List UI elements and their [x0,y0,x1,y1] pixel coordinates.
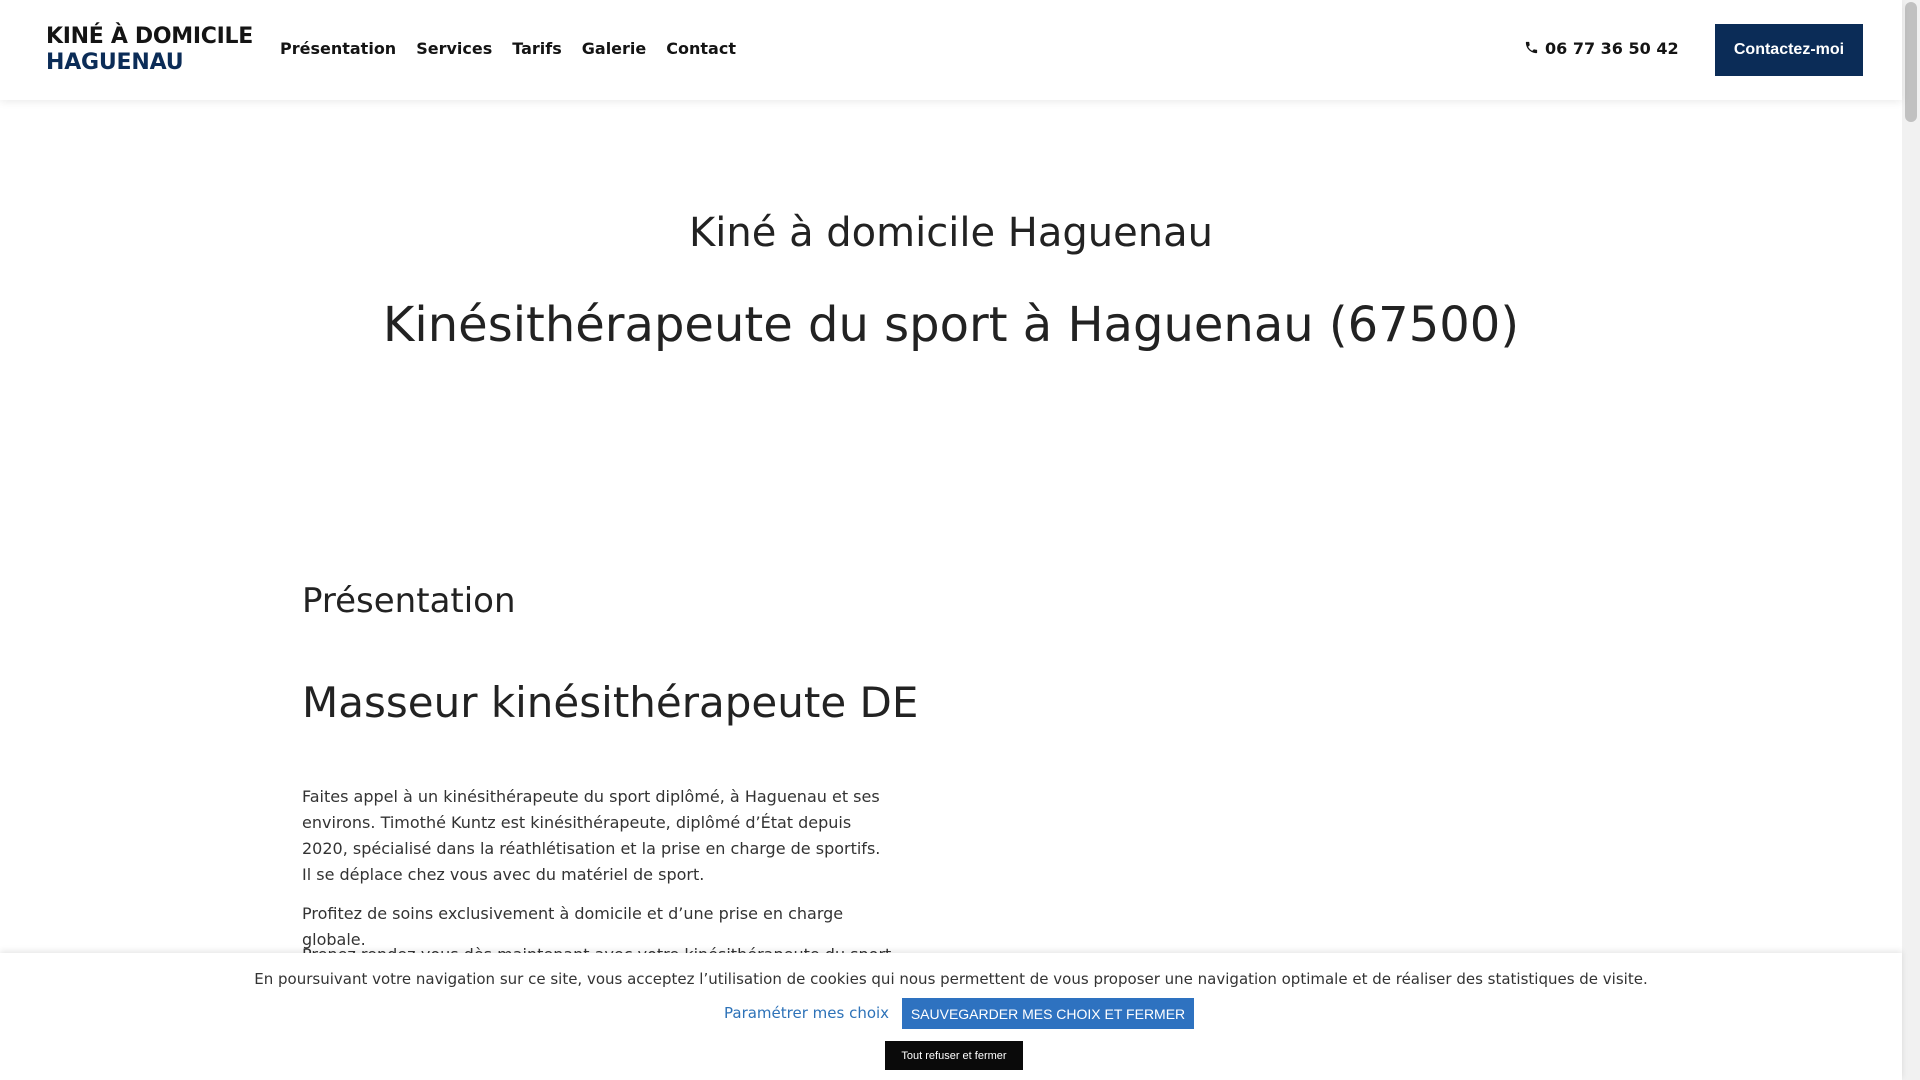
contact-button[interactable]: Contactez-moi [1715,24,1863,76]
cookie-message: En poursuivant votre navigation sur ce s… [254,970,1648,988]
section-title: Présentation [302,581,516,621]
presentation-paragraph-1: Faites appel à un kinésithérapeute du sp… [302,787,881,884]
phone-number: 06 77 36 50 42 [1545,39,1679,58]
page-scrollbar[interactable] [1902,0,1920,1080]
main-nav: Présentation Services Tarifs Galerie Con… [280,38,736,60]
nav-item-galerie[interactable]: Galerie [582,38,647,60]
logo-line2: HAGUENAU [46,50,184,75]
logo-line1: KINÉ À DOMICILE [46,24,253,49]
nav-item-tarifs[interactable]: Tarifs [512,38,562,60]
phone-link[interactable]: 06 77 36 50 42 [1524,38,1679,60]
cookie-refuse-button[interactable]: Tout refuser et fermer [885,1041,1023,1070]
section-heading: Masseur kinésithérapeute DE [302,678,919,727]
cookie-save-button[interactable]: SAUVEGARDER MES CHOIX ET FERMER [902,998,1194,1029]
hero-subtitle: Kinésithérapeute du sport à Haguenau (67… [382,297,1520,353]
scrollbar-thumb[interactable] [1905,2,1917,122]
hero-title: Kiné à domicile Haguenau [689,210,1213,256]
site-header: KINÉ À DOMICILE HAGUENAU Présentation Se… [0,0,1902,100]
cookie-settings-link[interactable]: Paramétrer mes choix [724,1003,889,1023]
site-logo[interactable]: KINÉ À DOMICILE HAGUENAU [46,24,253,76]
nav-item-contact[interactable]: Contact [666,38,736,60]
nav-item-presentation[interactable]: Présentation [280,38,396,60]
cookie-banner: En poursuivant votre navigation sur ce s… [0,953,1902,1080]
nav-item-services[interactable]: Services [416,38,492,60]
phone-icon [1524,40,1539,59]
